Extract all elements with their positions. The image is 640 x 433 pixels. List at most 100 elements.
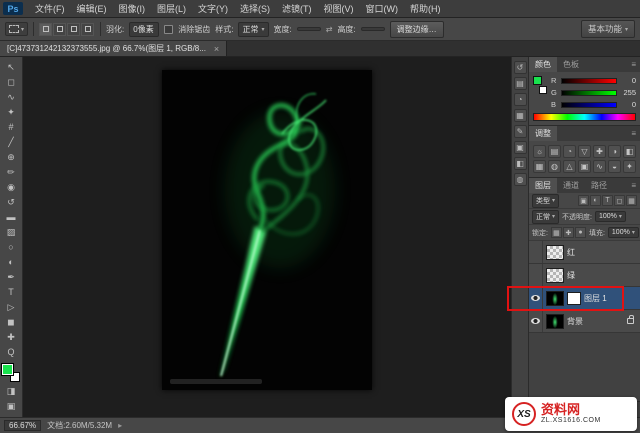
menu-item[interactable]: 帮助(H) (404, 0, 447, 17)
visibility-toggle[interactable] (529, 287, 543, 309)
adjustment-icon[interactable]: ✚ (593, 145, 606, 158)
lock-icon[interactable]: ● (574, 227, 586, 238)
layer-name[interactable]: 图层 1 (584, 293, 640, 304)
refine-edge-button[interactable]: 调整边缘… (389, 20, 444, 38)
adjustment-icon[interactable]: ◧ (623, 145, 636, 158)
quick-selection-tool[interactable]: ✦ (1, 105, 22, 120)
layer-row[interactable]: 背景 (529, 310, 640, 333)
eyedropper-tool[interactable]: ╱ (1, 135, 22, 150)
layer-filter-icon[interactable]: T (602, 195, 613, 206)
layer-thumbnail[interactable] (546, 290, 564, 306)
menu-item[interactable]: 选择(S) (234, 0, 276, 17)
layer-name[interactable]: 红 (567, 247, 640, 258)
layer-thumbnail[interactable] (546, 313, 564, 329)
menu-item[interactable]: 滤镜(T) (276, 0, 318, 17)
menu-item[interactable]: 文字(Y) (192, 0, 234, 17)
adjustment-icon[interactable]: ▦ (533, 160, 546, 173)
tab-paths[interactable]: 路径 (585, 178, 613, 193)
channel-slider[interactable] (561, 101, 617, 108)
layer-filter-icon[interactable]: ▣ (578, 195, 589, 206)
layer-mask-thumbnail[interactable] (567, 291, 581, 305)
layer-name[interactable]: 绿 (567, 270, 640, 281)
properties-panel-icon[interactable]: ▤ (513, 77, 527, 90)
marquee-tool[interactable]: ◻ (1, 75, 22, 90)
style-dropdown[interactable]: 正常 ▾ (238, 21, 269, 37)
workspace-switcher[interactable]: 基本功能 ▾ (580, 20, 635, 38)
layer-thumbnail[interactable] (546, 244, 564, 260)
clone-stamp-tool[interactable]: ◉ (1, 180, 22, 195)
tab-layers[interactable]: 图层 (529, 178, 557, 193)
layer-row[interactable]: 绿 (529, 264, 640, 287)
shape-tool[interactable]: ◼ (1, 315, 22, 330)
crop-tool[interactable]: # (1, 120, 22, 135)
adjustment-icon[interactable]: ◔ (563, 145, 576, 158)
layer-row[interactable]: 图层 1 (529, 287, 640, 310)
menu-item[interactable]: 编辑(E) (71, 0, 113, 17)
document-image[interactable] (162, 70, 372, 390)
adjustment-icon[interactable]: ◑ (608, 145, 621, 158)
menu-item[interactable]: 窗口(W) (360, 0, 405, 17)
menu-item[interactable]: 图像(I) (113, 0, 152, 17)
info-panel-icon[interactable]: ◔ (513, 93, 527, 106)
adjustment-icon[interactable]: ☼ (533, 145, 546, 158)
layer-filter-dropdown[interactable]: 类型 ▾ (532, 193, 560, 208)
history-panel-icon[interactable]: ↺ (513, 61, 527, 74)
lasso-tool[interactable]: ∿ (1, 90, 22, 105)
zoom-level-field[interactable]: 66.67% (4, 420, 42, 431)
foreground-color-swatch[interactable] (533, 76, 542, 85)
menu-item[interactable]: 图层(L) (151, 0, 192, 17)
new-selection-icon[interactable] (39, 22, 53, 36)
panel-menu-icon[interactable]: ≡ (627, 126, 640, 141)
zoom-tool[interactable]: Q (1, 345, 22, 360)
adjustment-icon[interactable]: ◒ (608, 160, 621, 173)
intersect-selection-icon[interactable] (81, 22, 95, 36)
layer-thumbnail[interactable] (546, 267, 564, 283)
layer-filter-icon[interactable]: ◻ (614, 195, 625, 206)
lock-icon[interactable]: ✚ (562, 227, 574, 238)
lock-icon[interactable]: ▦ (550, 227, 562, 238)
quick-mask-button[interactable]: ◨ (1, 384, 22, 399)
adjustment-icon[interactable]: ◍ (548, 160, 561, 173)
canvas-area[interactable] (23, 57, 511, 417)
eraser-tool[interactable]: ▬ (1, 210, 22, 225)
styles-panel-icon[interactable]: ◧ (513, 157, 527, 170)
screen-mode-button[interactable]: ▣ (1, 399, 22, 414)
channel-value[interactable]: 0 (620, 100, 636, 109)
color-swatches[interactable] (2, 364, 20, 382)
feather-input[interactable]: 0像素 (129, 21, 160, 37)
subtract-selection-icon[interactable] (67, 22, 81, 36)
layer-row[interactable]: 红 (529, 241, 640, 264)
fill-input[interactable]: 100% ▾ (607, 227, 639, 238)
swap-dimensions-icon[interactable]: ⇄ (326, 25, 333, 34)
layer-filter-icon[interactable]: ◐ (590, 195, 601, 206)
healing-brush-tool[interactable]: ⊕ (1, 150, 22, 165)
type-tool[interactable]: T (1, 285, 22, 300)
add-selection-icon[interactable] (53, 22, 67, 36)
adjustment-icon[interactable]: △ (563, 160, 576, 173)
opacity-input[interactable]: 100% ▾ (594, 211, 626, 222)
character-panel-icon[interactable]: ✎ (513, 125, 527, 138)
blend-mode-dropdown[interactable]: 正常 ▾ (532, 209, 560, 224)
blur-tool[interactable]: ○ (1, 240, 22, 255)
channel-value[interactable]: 255 (620, 88, 636, 97)
layer-filter-icon[interactable]: ▦ (626, 195, 637, 206)
move-tool[interactable]: ↖ (1, 60, 22, 75)
paragraph-panel-icon[interactable]: ▣ (513, 141, 527, 154)
dodge-tool[interactable]: ◐ (1, 255, 22, 270)
visibility-toggle[interactable] (529, 264, 543, 286)
menu-item[interactable]: 视图(V) (318, 0, 360, 17)
tab-color[interactable]: 颜色 (529, 57, 557, 72)
layer-name[interactable]: 背景 (567, 316, 627, 327)
mini-color-swatches[interactable] (533, 76, 547, 94)
menu-item[interactable]: 文件(F) (29, 0, 71, 17)
foreground-color-swatch[interactable] (2, 364, 13, 375)
adjustment-icon[interactable]: ✦ (623, 160, 636, 173)
width-input[interactable] (296, 27, 321, 31)
status-menu-arrow-icon[interactable]: ▸ (118, 421, 122, 430)
hand-tool[interactable]: ✚ (1, 330, 22, 345)
navigator-panel-icon[interactable]: ▦ (513, 109, 527, 122)
document-tab[interactable]: [C]473731242132373555.jpg @ 66.7%(图层 1, … (0, 41, 228, 56)
color-spectrum-bar[interactable] (533, 113, 636, 121)
panel-menu-icon[interactable]: ≡ (627, 178, 640, 193)
height-input[interactable] (360, 27, 385, 31)
